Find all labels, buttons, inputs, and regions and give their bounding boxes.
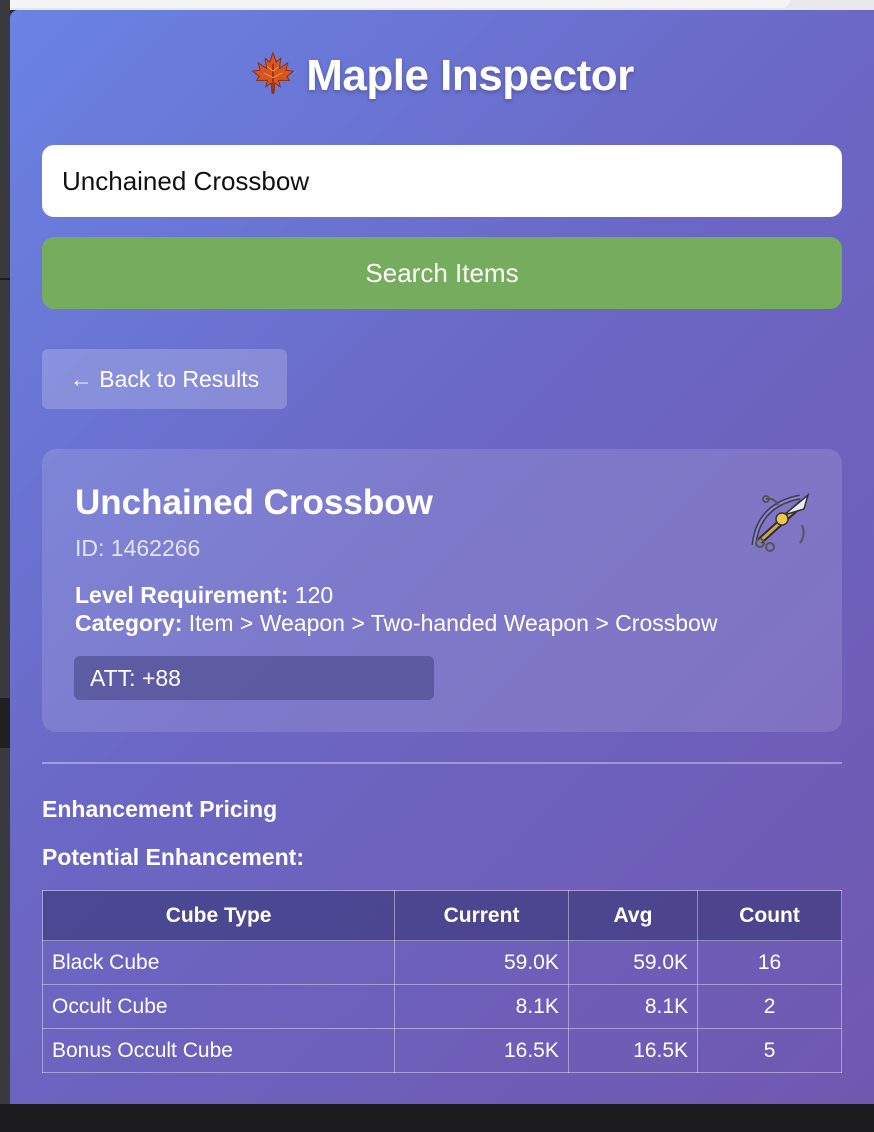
browser-tab-strip bbox=[10, 0, 790, 8]
background-window-edge bbox=[0, 0, 10, 1132]
crossbow-icon bbox=[751, 492, 810, 552]
item-name: Unchained Crossbow bbox=[75, 483, 433, 522]
app-title: Maple Inspector bbox=[306, 51, 634, 100]
extension-popup: Maple Inspector Search Items ← Back to R… bbox=[10, 10, 874, 1104]
enhancement-pricing-heading: Enhancement Pricing bbox=[42, 796, 278, 822]
column-header-current: Current bbox=[394, 890, 569, 941]
column-header-count: Count bbox=[697, 890, 842, 941]
avg-price-cell: 16.5K bbox=[567, 1028, 699, 1073]
count-cell: 16 bbox=[697, 940, 842, 985]
count-cell: 2 bbox=[697, 984, 842, 1029]
current-price-cell: 16.5K bbox=[394, 1028, 569, 1073]
category-value: Item > Weapon > Two-handed Weapon > Cros… bbox=[182, 610, 718, 636]
stat-text: ATT: +88 bbox=[90, 665, 181, 691]
cube-pricing-table: Cube Type Current Avg Count Black Cube 5… bbox=[41, 890, 842, 1073]
item-id: ID: 1462266 bbox=[75, 535, 201, 561]
level-requirement-value: 120 bbox=[288, 582, 334, 608]
level-requirement-label: Level Requirement: bbox=[75, 582, 289, 608]
column-header-cube-type: Cube Type bbox=[41, 890, 396, 941]
section-divider bbox=[42, 762, 842, 764]
maple-leaf-icon bbox=[251, 51, 295, 94]
table-row: Bonus Occult Cube 16.5K 16.5K 5 bbox=[41, 1028, 842, 1073]
level-requirement: Level Requirement: 120 bbox=[75, 582, 333, 609]
back-to-results-button[interactable]: ← Back to Results bbox=[42, 349, 287, 409]
avg-price-cell: 59.0K bbox=[567, 940, 699, 985]
item-category: Category: Item > Weapon > Two-handed Wea… bbox=[75, 610, 717, 637]
cube-type-cell: Bonus Occult Cube bbox=[41, 1028, 396, 1073]
search-items-button[interactable]: Search Items bbox=[42, 237, 842, 309]
current-price-cell: 8.1K bbox=[394, 984, 569, 1029]
search-input[interactable] bbox=[42, 145, 842, 217]
app-header: Maple Inspector bbox=[10, 50, 874, 101]
table-header-row: Cube Type Current Avg Count bbox=[41, 890, 842, 941]
column-header-avg: Avg bbox=[567, 890, 699, 941]
browser-top-bar bbox=[0, 0, 874, 10]
avg-price-cell: 8.1K bbox=[567, 984, 699, 1029]
table-row: Black Cube 59.0K 59.0K 16 bbox=[41, 940, 842, 985]
category-label: Category: bbox=[75, 610, 183, 636]
current-price-cell: 59.0K bbox=[394, 940, 569, 985]
item-detail-card: Unchained Crossbow ID: 1462266 Level Req… bbox=[42, 449, 842, 732]
background-bottom-bar bbox=[0, 1104, 874, 1132]
table-row: Occult Cube 8.1K 8.1K 2 bbox=[41, 984, 842, 1029]
cube-type-cell: Occult Cube bbox=[41, 984, 396, 1029]
potential-enhancement-heading: Potential Enhancement: bbox=[42, 844, 304, 870]
count-cell: 5 bbox=[697, 1028, 842, 1073]
cube-type-cell: Black Cube bbox=[41, 940, 396, 985]
stat-badge: ATT: +88 bbox=[74, 656, 434, 700]
